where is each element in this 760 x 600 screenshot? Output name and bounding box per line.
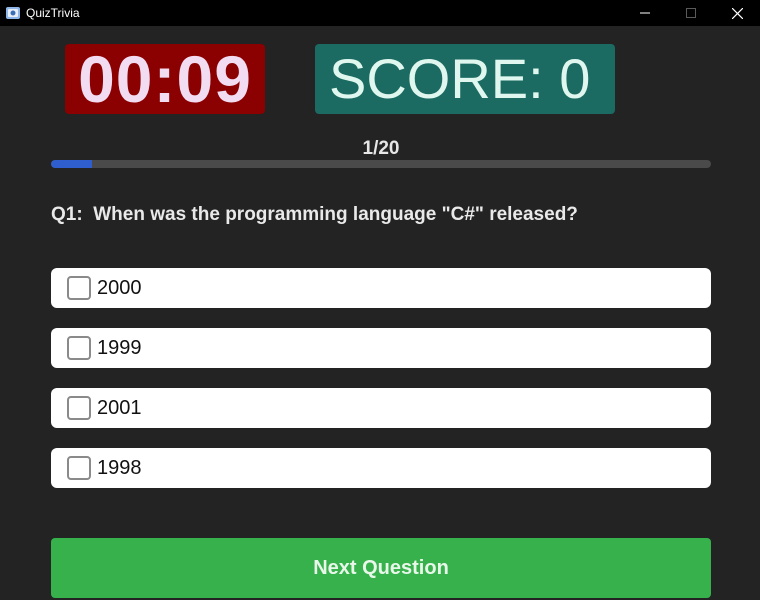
progress-bar — [51, 160, 711, 168]
answer-option-label: 2000 — [97, 277, 142, 299]
score-text: SCORE: 0 — [329, 47, 591, 110]
checkbox[interactable] — [67, 336, 91, 360]
maximize-button[interactable] — [668, 0, 714, 26]
timer-value: 00:09 — [78, 42, 252, 116]
checkbox[interactable] — [67, 396, 91, 420]
answer-option[interactable]: 2000 — [51, 268, 711, 308]
answer-option-label: 1999 — [97, 337, 142, 359]
window-title: QuizTrivia — [26, 6, 80, 20]
minimize-button[interactable] — [622, 0, 668, 26]
answer-option[interactable]: 2001 — [51, 388, 711, 428]
next-question-button[interactable]: Next Question — [51, 538, 711, 598]
next-question-label: Next Question — [313, 556, 449, 579]
answer-option-label: 1998 — [97, 457, 142, 479]
answer-option[interactable]: 1998 — [51, 448, 711, 488]
progress-bar-fill — [51, 160, 93, 168]
minimize-icon — [640, 12, 650, 14]
question-text: Q1: When was the programming language "C… — [51, 204, 578, 225]
close-button[interactable] — [714, 0, 760, 26]
maximize-icon — [686, 8, 696, 18]
checkbox[interactable] — [67, 276, 91, 300]
question-counter: 1/20 — [362, 138, 400, 159]
countdown-timer: 00:09 — [65, 44, 265, 114]
answer-option-label: 2001 — [97, 397, 142, 419]
title-bar: QuizTrivia — [0, 0, 760, 26]
quiz-app-icon — [6, 7, 20, 19]
score-panel: SCORE: 0 — [315, 44, 615, 114]
answer-option[interactable]: 1999 — [51, 328, 711, 368]
close-icon — [731, 7, 743, 19]
checkbox[interactable] — [67, 456, 91, 480]
